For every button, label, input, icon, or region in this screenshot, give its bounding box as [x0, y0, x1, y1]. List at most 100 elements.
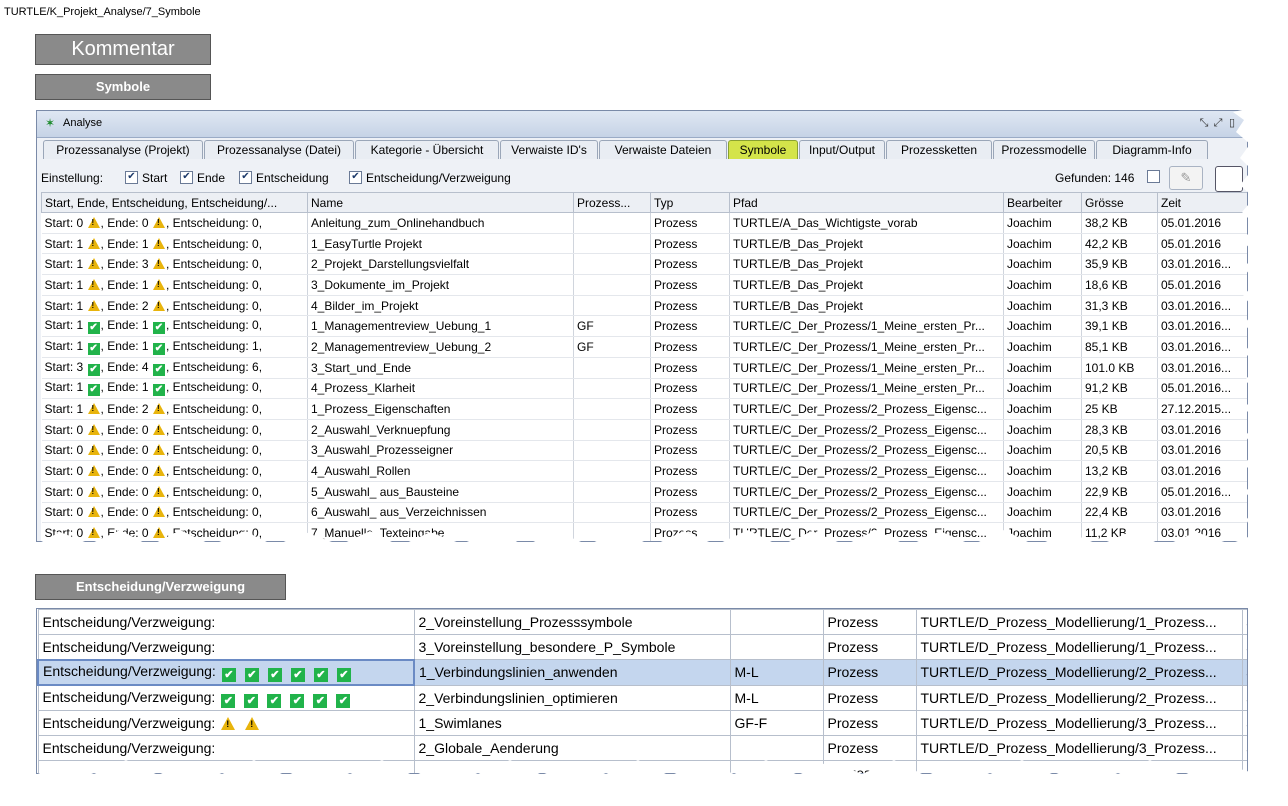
edit-button[interactable]: ✎: [1169, 166, 1203, 190]
decision-count: 0: [252, 402, 259, 417]
cell-extra: [1241, 759, 1247, 773]
checkbox-ende[interactable]: ✔: [180, 171, 193, 184]
checkbox-start[interactable]: ✔: [125, 171, 138, 184]
maximize-icon[interactable]: ⤢: [1211, 117, 1225, 130]
table-row[interactable]: Entscheidung/Verzweigung: 2_Globale_Aende…: [37, 734, 1247, 761]
table-row[interactable]: Start: 0 , Ende: 0 , Entscheidung: 0,7_M…: [41, 522, 1247, 541]
column-header[interactable]: Grösse: [1081, 192, 1158, 213]
tab-kategorie-bersicht[interactable]: Kategorie - Übersicht: [355, 140, 499, 159]
check-icon: ✔: [290, 667, 305, 682]
cell-prozess: [573, 253, 651, 276]
window-titlebar[interactable]: ✶ Analyse ⤡ ⤢ ▯: [37, 111, 1247, 138]
cell-groesse: 28,3 KB: [1081, 419, 1158, 441]
decision-count: 0: [252, 257, 259, 272]
warning-icon: [245, 717, 260, 731]
table-row[interactable]: Entscheidung/Verzweigung: ✔ ✔ ✔ ✔ ✔ ✔ 1_Verbind…: [37, 658, 1247, 687]
checkbox-ende-label: Ende: [197, 171, 226, 185]
cell-prozess: [729, 734, 824, 761]
table-row[interactable]: Start: 1 , Ende: 2 , Entscheidung: 0,1_P…: [41, 398, 1247, 420]
tab-verwaiste-id-s[interactable]: Verwaiste ID's: [500, 140, 598, 159]
cell-groesse: 20,5 KB: [1081, 440, 1158, 462]
table-row[interactable]: Start: 1 ✔, Ende: 1 ✔, Entscheidung: 0, 4…: [41, 378, 1247, 400]
start-count: 0: [76, 484, 84, 499]
warning-icon: [152, 299, 165, 311]
tab-diagramm-info[interactable]: Diagramm-Info: [1096, 140, 1208, 159]
column-header[interactable]: Name: [307, 192, 574, 213]
end-count: 2: [141, 298, 149, 313]
cell-extra: J: [1241, 609, 1247, 635]
cell-bearbeiter: Joachim: [1003, 502, 1082, 524]
tab-input-output[interactable]: Input/Output: [799, 140, 885, 159]
table-row[interactable]: Start: 0 , Ende: 0 , Entscheidung: 0,4_A…: [41, 460, 1247, 482]
checkbox-entscheidung[interactable]: ✔: [239, 171, 252, 184]
table-row[interactable]: Start: 0 , Ende: 0 , Entscheidung: 0,2_A…: [41, 419, 1247, 441]
check-icon: ✔: [87, 342, 100, 355]
cell-typ: Prozess: [650, 295, 730, 317]
cell-groesse: 22,4 KB: [1081, 502, 1158, 524]
cell-prozess: [573, 295, 651, 317]
entscheidung-table: Entscheidung/Verzweigung: 2_Voreinstellun…: [37, 609, 1247, 773]
column-header[interactable]: Pfad: [729, 192, 1004, 213]
cell-bearbeiter: Joachim: [1003, 398, 1082, 420]
decision-count: 0: [252, 464, 259, 479]
cell-pfad: TURTLE/B_Das_Projekt: [729, 274, 1004, 296]
analyse-window: ✶ Analyse ⤡ ⤢ ▯ Prozessanalyse (Projekt) Pr…: [36, 110, 1248, 542]
cell-prozess: GF: [573, 315, 651, 338]
cell-bearbeiter: Joachim: [1003, 357, 1082, 379]
table-row[interactable]: Entscheidung/Verzweigung: 1_SwimlanesGF-F…: [37, 710, 1247, 736]
tab-bar: Prozessanalyse (Projekt) Prozessanalyse (…: [43, 138, 1247, 160]
checkbox-entscheidung-verzweigung[interactable]: ✔: [349, 171, 362, 184]
warning-icon: [87, 299, 100, 311]
close-icon[interactable]: ▯: [1225, 116, 1239, 129]
table-row[interactable]: Start: 3 ✔, Ende: 4 ✔, Entscheidung: 6, 3…: [41, 357, 1247, 379]
table-row[interactable]: Start: 0 , Ende: 0 , Entscheidung: 0,3_A…: [41, 440, 1247, 462]
cell-prozess: [573, 274, 651, 296]
cell-prozess: [573, 502, 651, 524]
table-row[interactable]: Start: 0 , Ende: 0 , Entscheidung: 0,Anl…: [41, 212, 1247, 234]
cell-prozess: GF: [573, 336, 651, 358]
decision-count: 0: [252, 236, 259, 251]
tab-prozessanalyse-datei-[interactable]: Prozessanalyse (Datei): [204, 140, 354, 159]
table-row[interactable]: Prozess: [37, 759, 1247, 773]
column-header[interactable]: Prozess...: [573, 192, 651, 213]
start-count: 1: [76, 402, 84, 417]
table-row[interactable]: Entscheidung/Verzweigung: 3_Voreinstellun…: [37, 633, 1247, 661]
tab-verwaiste-dateien[interactable]: Verwaiste Dateien: [599, 140, 727, 159]
tab-prozessmodelle[interactable]: Prozessmodelle: [993, 140, 1095, 159]
cell-extra: J: [1241, 659, 1247, 686]
cell-prozess: [729, 633, 824, 661]
column-header[interactable]: Typ: [650, 192, 730, 213]
table-row[interactable]: Start: 1 , Ende: 3 , Entscheidung: 0,2_P…: [41, 253, 1247, 276]
table-row[interactable]: Start: 0 , Ende: 0 , Entscheidung: 0,6_A…: [41, 502, 1247, 524]
end-count: 3: [141, 257, 149, 272]
table-row[interactable]: Start: 1 , Ende: 1 , Entscheidung: 0,3_D…: [41, 274, 1247, 296]
export-button[interactable]: [1215, 166, 1243, 192]
tab-prozessanalyse-projekt-[interactable]: Prozessanalyse (Projekt): [43, 140, 203, 159]
column-header[interactable]: Bearbeiter: [1003, 192, 1082, 213]
cell-typ: Prozess: [822, 609, 917, 635]
table-row[interactable]: Entscheidung/Verzweigung: ✔ ✔ ✔ ✔ ✔ ✔ 2_Verbind…: [37, 684, 1247, 712]
restore-icon[interactable]: ⤡: [1197, 117, 1211, 130]
symbole-table: Start, Ende, Entscheidung, Entscheidung/…: [41, 192, 1247, 541]
decision-count: 0: [252, 277, 259, 292]
cell-bearbeiter: Joachim: [1003, 419, 1082, 441]
table-row[interactable]: Start: 1 ✔, Ende: 1 ✔, Entscheidung: 1, 2…: [41, 336, 1247, 358]
cell-name: 3_Voreinstellung_besondere_P_Symbole: [413, 633, 731, 661]
end-count: 0: [141, 464, 149, 479]
cell-typ: Prozess: [650, 233, 730, 255]
table-row[interactable]: Entscheidung/Verzweigung: 2_Voreinstellun…: [37, 609, 1247, 635]
table-row[interactable]: Start: 1 , Ende: 1 , Entscheidung: 0,1_E…: [41, 233, 1247, 255]
toolbar-checkbox[interactable]: [1147, 170, 1160, 183]
cell-groesse: 85,1 KB: [1081, 336, 1158, 358]
tab-symbole[interactable]: Symbole: [728, 140, 798, 159]
table-row[interactable]: Start: 1 , Ende: 2 , Entscheidung: 0,4_B…: [41, 295, 1247, 317]
decision-count: 0: [252, 380, 259, 395]
table-row[interactable]: Start: 1 ✔, Ende: 1 ✔, Entscheidung: 0, 1…: [41, 315, 1247, 338]
cell-groesse: 11,2 KB: [1081, 522, 1158, 541]
start-count: 3: [76, 359, 84, 374]
table-row[interactable]: Start: 0 , Ende: 0 , Entscheidung: 0,5_A…: [41, 481, 1247, 503]
column-header[interactable]: Zeit: [1157, 192, 1247, 213]
tab-prozessketten[interactable]: Prozessketten: [886, 140, 992, 159]
end-count: 0: [141, 526, 149, 541]
column-header[interactable]: Start, Ende, Entscheidung, Entscheidung/…: [41, 192, 308, 213]
